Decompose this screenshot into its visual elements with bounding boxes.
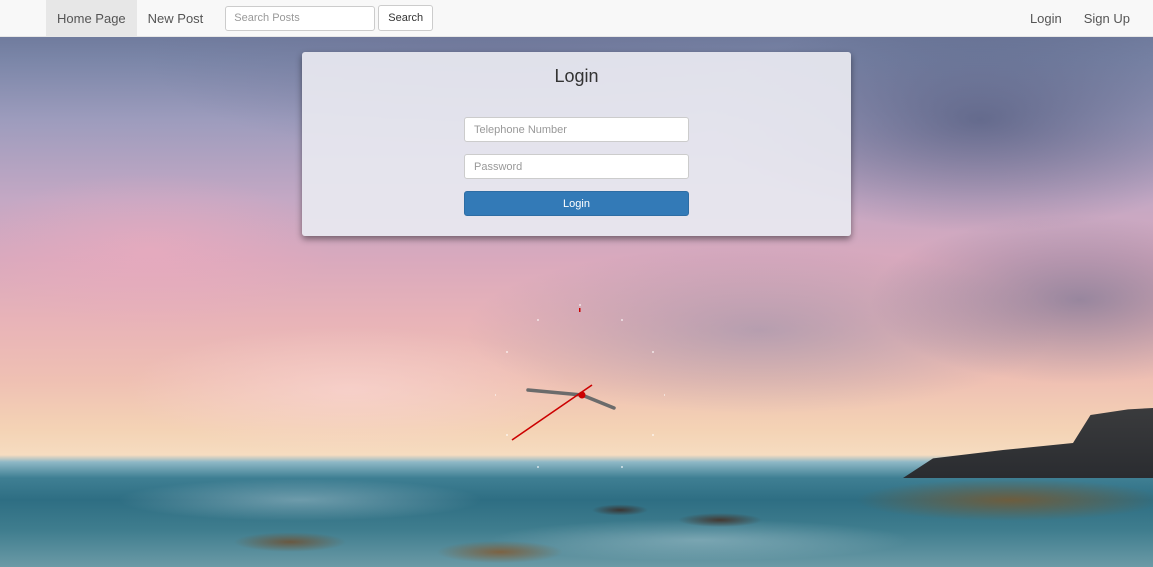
search-input[interactable] [225, 5, 376, 31]
clock-tick-2 [652, 351, 654, 353]
clock-minute-hand [580, 393, 616, 410]
clock-tick-9 [495, 394, 496, 396]
clock-tick-3 [664, 394, 665, 396]
analog-clock [495, 304, 665, 468]
clock-tick-4 [652, 434, 654, 436]
login-submit-button[interactable]: Login [464, 191, 689, 216]
clock-tick-11 [537, 319, 539, 321]
telephone-number-field[interactable] [464, 117, 689, 142]
clock-tick-8 [506, 434, 508, 436]
search-button[interactable]: Search [378, 5, 434, 31]
clock-marker-12 [579, 308, 581, 312]
search-form: Search [225, 5, 434, 31]
clock-center-pin [578, 391, 586, 399]
login-title: Login [554, 66, 599, 86]
nav-link-login[interactable]: Login [1019, 0, 1073, 36]
login-panel: Login Login [302, 52, 851, 236]
password-field[interactable] [464, 154, 689, 179]
clock-tick-5 [621, 466, 623, 468]
clock-hour-hand [526, 388, 584, 397]
clock-tick-7 [537, 466, 539, 468]
nav-link-new-post[interactable]: New Post [137, 0, 215, 36]
nav-link-sign-up[interactable]: Sign Up [1073, 0, 1141, 36]
clock-tick-10 [506, 351, 508, 353]
clock-tick-12 [579, 304, 581, 306]
background-rocks [0, 470, 1153, 567]
clock-tick-1 [621, 319, 623, 321]
navbar: Home Page New Post Search Login Sign Up [0, 0, 1153, 37]
navbar-left: Home Page New Post [46, 0, 214, 36]
clock-tick-marks [495, 304, 665, 468]
navbar-right: Login Sign Up [1019, 0, 1141, 36]
nav-link-home-page[interactable]: Home Page [46, 0, 137, 36]
